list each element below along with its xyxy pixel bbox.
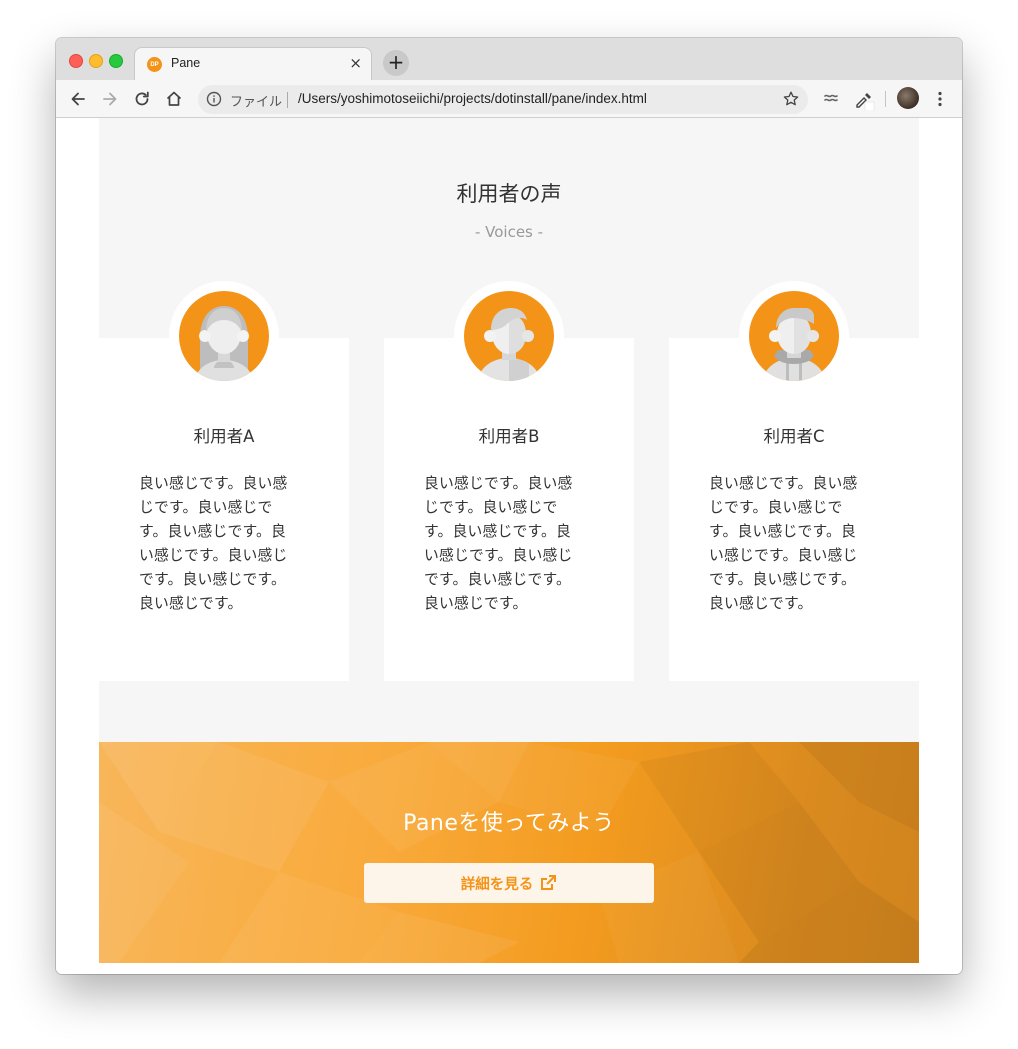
- cta-title: Paneを使ってみよう: [403, 811, 615, 836]
- details-button[interactable]: 詳細を見る: [364, 863, 654, 903]
- minimize-window-button[interactable]: [89, 54, 103, 68]
- avatar: [739, 281, 849, 391]
- page-viewport: 利用者の声 - Voices - 利用者A 良い感じです。良い感じです。良い感じ…: [56, 118, 962, 974]
- voice-card: 利用者C 良い感じです。良い感じです。良い感じです。良い感じです。良い感じです。…: [669, 281, 919, 681]
- woman-avatar-icon: [179, 291, 269, 381]
- close-window-button[interactable]: [69, 54, 83, 68]
- voice-card: 利用者A 良い感じです。良い感じです。良い感じです。良い感じです。良い感じです。…: [99, 281, 349, 681]
- voice-card-name: 利用者A: [193, 427, 255, 446]
- address-scheme-label: ファイル: [230, 94, 283, 109]
- address-separator: [287, 92, 288, 108]
- man-avatar-icon: [464, 291, 554, 381]
- home-icon[interactable]: [164, 89, 184, 109]
- page-content: 利用者の声 - Voices - 利用者A 良い感じです。良い感じです。良い感じ…: [99, 118, 919, 963]
- address-bar[interactable]: ファイル /Users/yoshimotoseiichi/projects/do…: [198, 85, 808, 114]
- title-bar: DP Pane × +: [56, 38, 962, 80]
- address-url[interactable]: /Users/yoshimotoseiichi/projects/dotinst…: [298, 91, 647, 106]
- polygon-background: [99, 742, 919, 963]
- voice-card-name: 利用者B: [478, 427, 540, 446]
- voice-card-text: 良い感じです。良い感じです。良い感じです。良い感じです。良い感じです。良い感じで…: [139, 475, 288, 612]
- tab-close-icon[interactable]: ×: [349, 54, 362, 72]
- browser-toolbar: ファイル /Users/yoshimotoseiichi/projects/do…: [56, 80, 962, 118]
- extension-icon[interactable]: [821, 89, 841, 109]
- eyedropper-icon[interactable]: [853, 89, 875, 112]
- avatar: [169, 281, 279, 391]
- back-arrow-icon[interactable]: [68, 89, 88, 109]
- forward-arrow-icon[interactable]: [100, 89, 120, 109]
- reload-icon[interactable]: [132, 89, 152, 109]
- new-tab-button[interactable]: +: [383, 50, 409, 76]
- bookmark-star-icon[interactable]: [782, 90, 800, 112]
- tab-favicon-icon: DP: [147, 57, 162, 72]
- voice-card-text: 良い感じです。良い感じです。良い感じです。良い感じです。良い感じです。良い感じで…: [709, 475, 858, 612]
- tab-title: Pane: [171, 56, 201, 70]
- voice-card-name: 利用者C: [763, 427, 825, 446]
- section-subtitle: - Voices -: [474, 223, 544, 241]
- man-headphones-avatar-icon: [749, 291, 839, 381]
- menu-kebab-icon[interactable]: [930, 89, 950, 109]
- cta-section: Paneを使ってみよう 詳細を見る: [99, 742, 919, 963]
- section-title: 利用者の声: [456, 182, 562, 206]
- avatar: [454, 281, 564, 391]
- voices-section: 利用者の声 - Voices - 利用者A 良い感じです。良い感じです。良い感じ…: [99, 118, 919, 742]
- profile-avatar[interactable]: [897, 87, 919, 109]
- zoom-window-button[interactable]: [109, 54, 123, 68]
- external-link-icon: [539, 874, 557, 892]
- voice-card-text: 良い感じです。良い感じです。良い感じです。良い感じです。良い感じです。良い感じで…: [424, 475, 573, 612]
- details-button-label: 詳細を見る: [460, 876, 534, 893]
- browser-tab[interactable]: DP Pane ×: [134, 47, 372, 80]
- toolbar-divider: [885, 91, 886, 107]
- browser-window: DP Pane × + ファイル /Users/yoshimotoseiichi…: [56, 38, 962, 974]
- voice-card: 利用者B 良い感じです。良い感じです。良い感じです。良い感じです。良い感じです。…: [384, 281, 634, 681]
- info-icon[interactable]: [206, 91, 222, 111]
